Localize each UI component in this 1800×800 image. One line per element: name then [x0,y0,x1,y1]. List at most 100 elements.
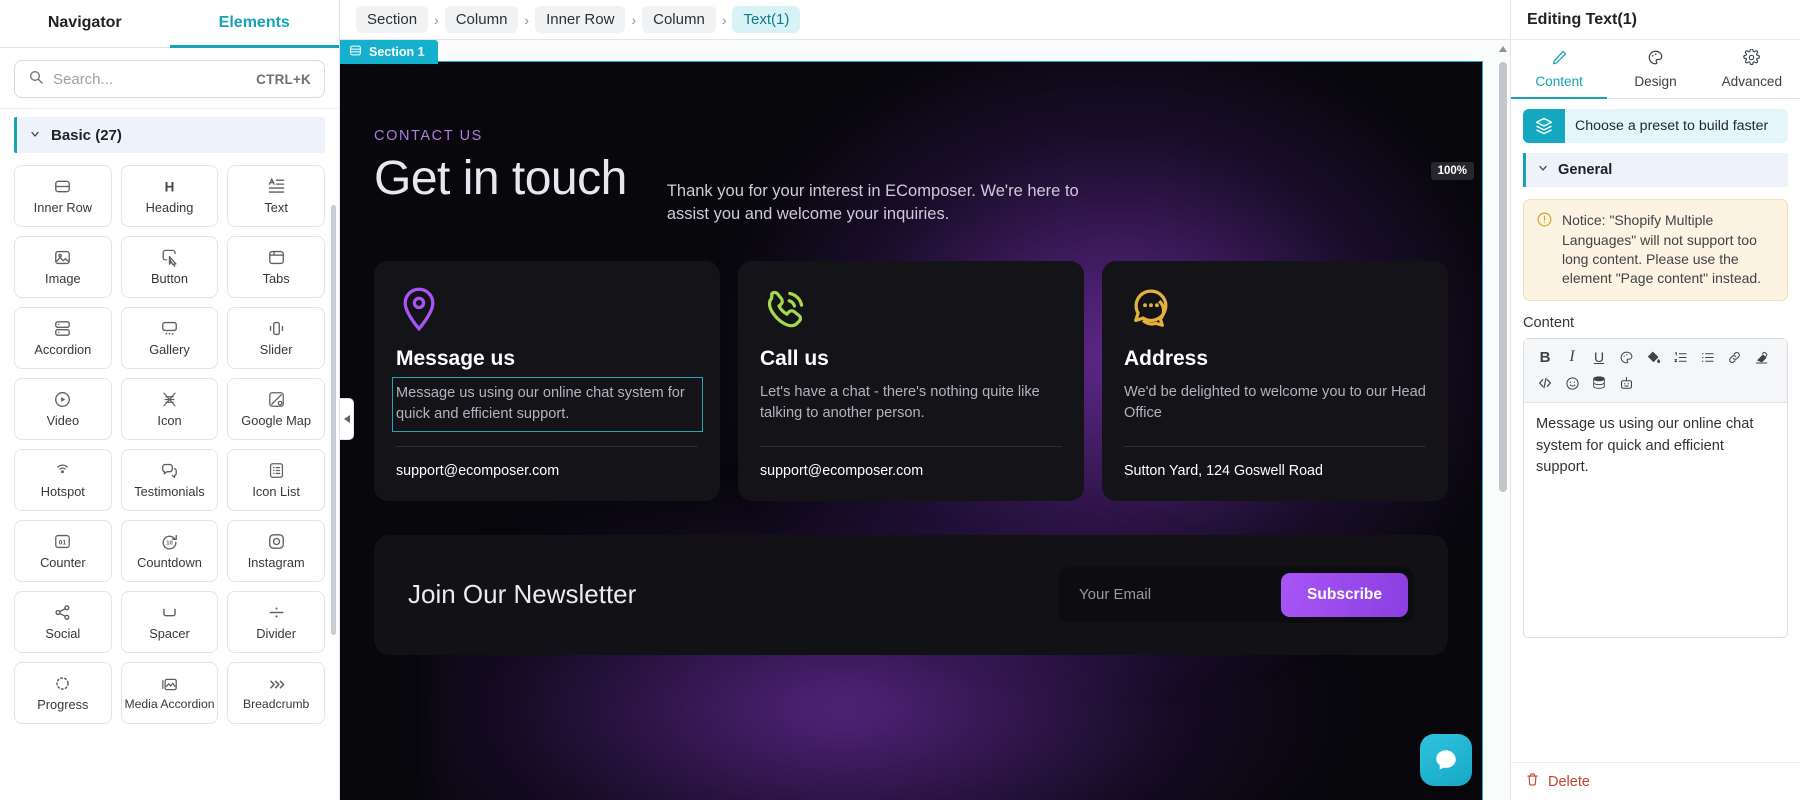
canvas-viewport: Section 1 100% CONTACT US Get in touch T… [340,40,1496,800]
underline-icon[interactable]: U [1586,345,1612,370]
delete-element-row[interactable]: Delete [1511,762,1800,800]
divider-icon [267,603,286,623]
preview-page: CONTACT US Get in touch Thank you for yo… [340,61,1483,800]
slider-icon [267,319,286,339]
button-icon [160,248,179,268]
tab-navigator[interactable]: Navigator [0,0,170,48]
search-shortcut: CTRL+K [256,71,311,87]
contact-card-message-us[interactable]: Message us Message us using our online c… [374,260,720,501]
testimonials-icon [160,461,179,481]
highlight-color-icon[interactable] [1640,345,1666,370]
accordion-icon [53,319,72,339]
element-hotspot[interactable]: Hotspot [14,449,112,511]
element-gallery[interactable]: Gallery [120,307,219,369]
section-label-badge[interactable]: Section 1 [340,40,438,64]
counter-icon: 01 [53,532,72,552]
element-image[interactable]: Image [14,236,112,298]
element-breadcrumb[interactable]: Breadcrumb [227,662,325,724]
element-countdown[interactable]: 10 Countdown [120,520,219,582]
element-testimonials[interactable]: Testimonials [120,449,219,511]
unordered-list-icon[interactable] [1694,345,1720,370]
bold-icon[interactable]: B [1532,345,1558,370]
element-group-basic[interactable]: Basic (27) [14,117,325,153]
card-body[interactable]: Let's have a chat - there's nothing quit… [760,382,1062,424]
text-color-icon[interactable] [1613,345,1639,370]
tab-elements-label: Elements [218,13,290,31]
layers-icon [1523,109,1565,144]
element-inner-row[interactable]: Inner Row [14,165,112,227]
element-progress[interactable]: Progress [14,662,112,724]
element-text[interactable]: Text [227,165,325,227]
text-icon [267,177,286,197]
breadcrumb: Section › Column › Inner Row › Column › … [340,0,1510,40]
element-button[interactable]: Button [120,236,219,298]
content-textarea[interactable]: Message us using our online chat system … [1524,403,1787,491]
breadcrumb-separator: › [524,11,530,28]
search-input[interactable]: Search... CTRL+K [14,60,325,98]
element-video[interactable]: Video [14,378,112,440]
clear-format-icon[interactable] [1748,345,1774,370]
element-label: Testimonials [134,483,205,499]
left-sidebar: Navigator Elements Search... CTRL+K Basi… [0,0,340,800]
element-label: Divider [256,625,297,641]
tab-advanced[interactable]: Advanced [1704,40,1800,99]
element-label: Inner Row [33,199,92,215]
breadcrumb-item-text[interactable]: Text(1) [732,6,801,33]
email-input[interactable]: Your Email [1065,574,1275,615]
element-label: Progress [37,696,89,712]
icon-icon [160,390,179,410]
element-divider[interactable]: Divider [227,591,325,653]
trash-icon [1525,772,1540,791]
contact-card-address[interactable]: Address We'd be delighted to welcome you… [1102,260,1448,501]
general-section-header[interactable]: General [1523,153,1788,188]
tab-elements[interactable]: Elements [169,0,339,48]
ai-assistant-icon[interactable] [1613,371,1639,396]
link-icon[interactable] [1721,345,1747,370]
search-placeholder: Search... [53,70,114,88]
element-heading[interactable]: H Heading [120,165,219,227]
breadcrumb-item-section[interactable]: Section [356,6,429,33]
tab-design[interactable]: Design [1607,40,1703,99]
subscribe-button[interactable]: Subscribe [1281,572,1408,617]
element-media-accordion[interactable]: Media Accordion [120,662,219,724]
card-meta: support@ecomposer.com [760,462,924,479]
element-tabs[interactable]: Tabs [227,236,325,298]
canvas-scrollbar-thumb[interactable] [1499,62,1507,492]
canvas-scrollbar[interactable] [1496,40,1510,800]
collapse-left-icon[interactable] [340,398,354,440]
scroll-up-icon[interactable] [1499,46,1507,52]
italic-icon[interactable]: I [1559,345,1585,370]
dynamic-source-icon[interactable] [1586,371,1612,396]
card-body-selected[interactable]: Message us using our online chat system … [392,376,703,432]
contact-card-call-us[interactable]: Call us Let's have a chat - there's noth… [738,260,1084,501]
card-body[interactable]: We'd be delighted to welcome you to our … [1124,382,1426,424]
emoji-icon[interactable] [1559,371,1585,396]
chat-widget-icon[interactable] [1420,734,1472,786]
svg-text:H: H [165,180,175,195]
card-divider [760,445,1062,447]
element-icon[interactable]: Icon [120,378,219,440]
video-icon [53,390,72,410]
hotspot-icon [53,461,72,481]
breadcrumb-item-column-2[interactable]: Column [642,6,716,33]
ordered-list-icon[interactable] [1667,345,1693,370]
choose-preset-banner[interactable]: Choose a preset to build faster [1523,109,1788,144]
breadcrumb-item-inner-row[interactable]: Inner Row [535,6,626,33]
element-accordion[interactable]: Accordion [14,307,112,369]
element-google-map[interactable]: Google Map [227,378,325,440]
breadcrumb-item-column[interactable]: Column [444,6,519,33]
tab-content[interactable]: Content [1511,40,1608,99]
element-label: Slider [259,341,293,357]
sidebar-scrollbar[interactable] [331,205,336,635]
element-spacer[interactable]: Spacer [120,591,219,653]
gear-icon [1743,48,1761,69]
element-counter[interactable]: 01 Counter [14,520,112,582]
element-social[interactable]: Social [14,591,112,653]
element-instagram[interactable]: Instagram [227,520,325,582]
source-code-icon[interactable] [1532,371,1558,396]
element-slider[interactable]: Slider [227,307,325,369]
section-label: Section 1 [369,45,425,59]
element-icon-list[interactable]: Icon List [227,449,325,511]
card-divider [1124,445,1426,447]
zoom-level-badge: 100% [1430,162,1474,180]
